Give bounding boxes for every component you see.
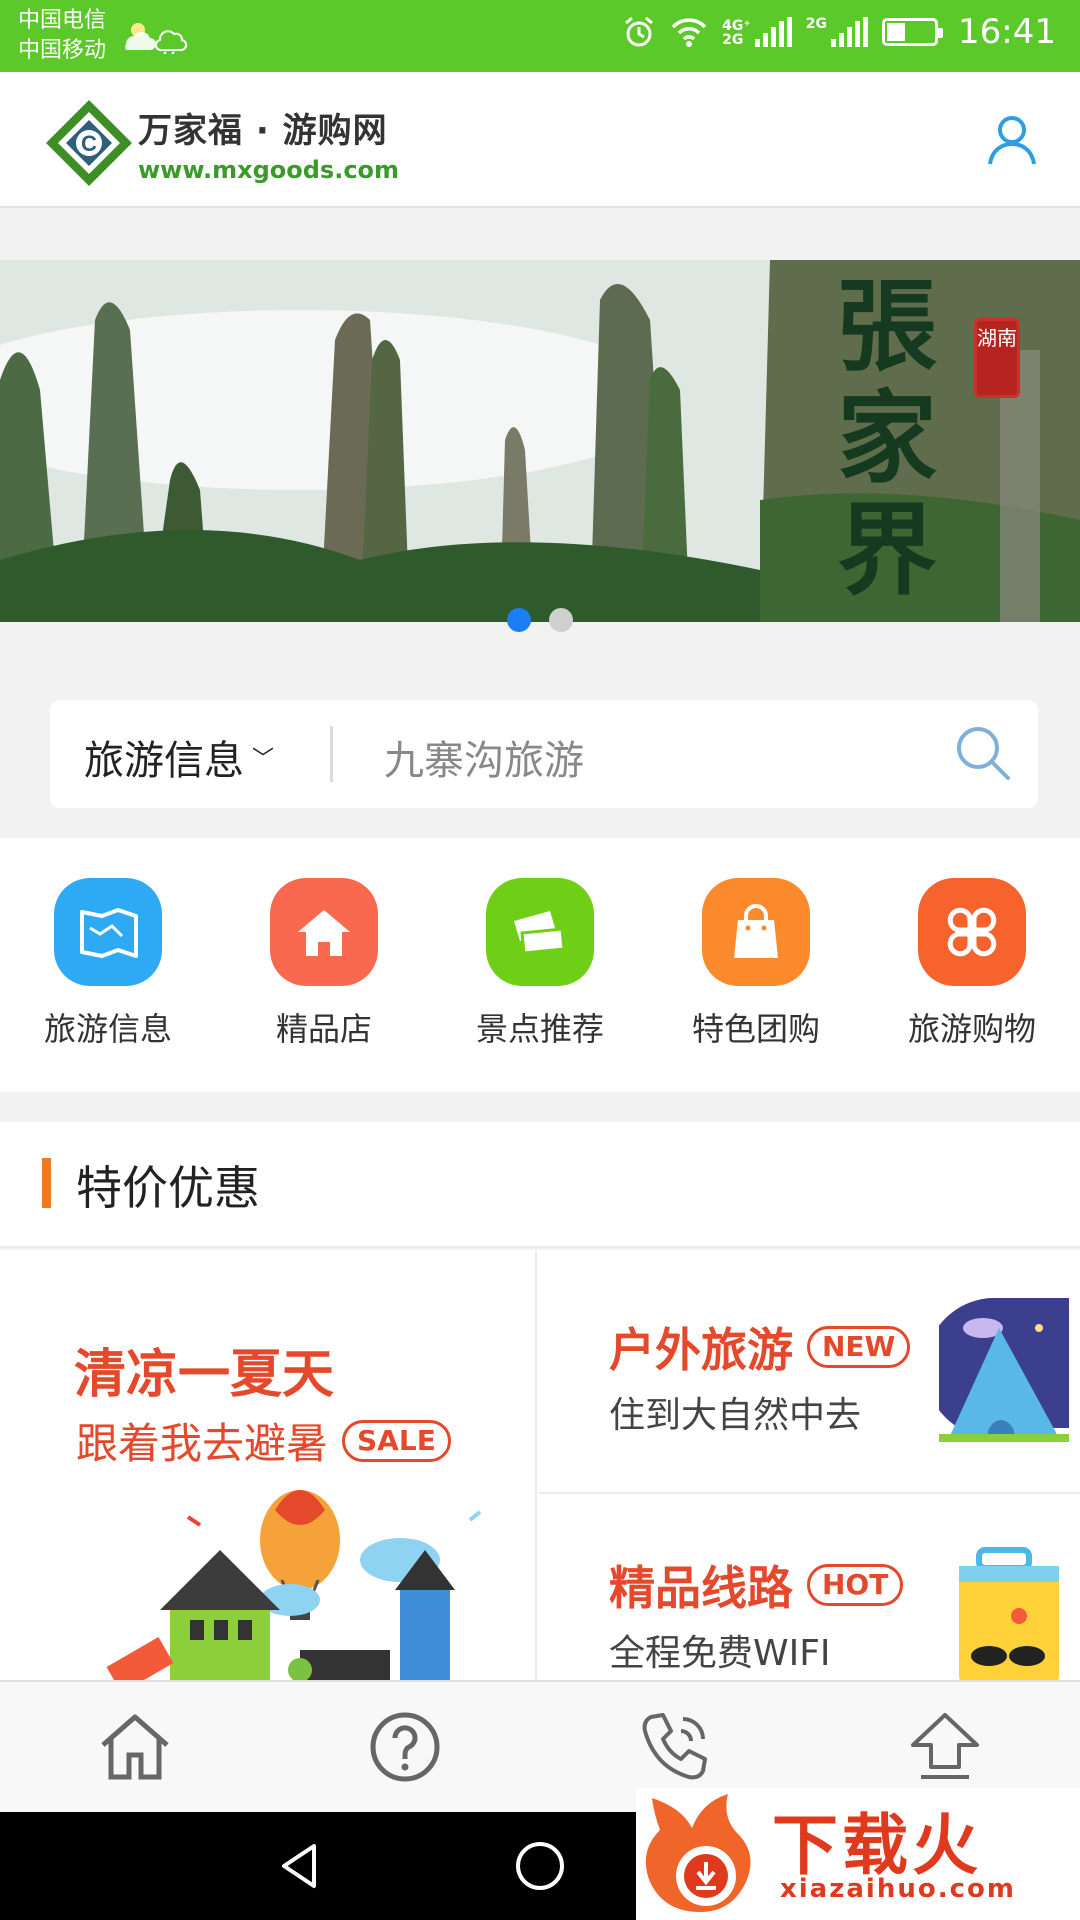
promo-card-outdoor[interactable]: 户外旅游 NEW 住到大自然中去	[539, 1250, 1080, 1494]
promo-title: 清凉一夏天	[74, 1345, 335, 1405]
search-divider	[330, 726, 333, 782]
promo-card-routes[interactable]: 精品线路 HOT 全程免费WIFI	[539, 1496, 1080, 1680]
carousel-dot[interactable]	[549, 608, 573, 632]
nav-label: 旅游信息	[43, 1010, 172, 1048]
wifi-icon	[671, 18, 707, 47]
network-1: 4G⁺ 2G	[722, 17, 792, 47]
search-icon[interactable]	[954, 724, 1012, 782]
section-title: 特价优惠	[76, 1161, 260, 1215]
nav-label: 特色团购	[691, 1010, 820, 1048]
signal-icon-2	[831, 17, 869, 47]
banner-title: 張家界	[837, 267, 937, 609]
promo-title: 精品线路	[609, 1561, 793, 1615]
logo-name: 万家福 · 游购网	[138, 110, 388, 151]
search-category-select[interactable]: 旅游信息 ﹀	[84, 728, 274, 786]
sale-badge: SALE	[342, 1419, 451, 1462]
promo-subtitle: 住到大自然中去	[609, 1395, 862, 1436]
hot-badge: HOT	[807, 1564, 904, 1606]
carousel-dots	[0, 608, 1080, 632]
section-accent-bar	[42, 1158, 51, 1208]
watermark-url: xiazaihuo.com	[780, 1874, 1016, 1904]
back-icon[interactable]	[272, 1838, 328, 1894]
nav-item-boutique[interactable]: 精品店	[216, 838, 432, 1092]
tab-home[interactable]	[0, 1682, 270, 1812]
chevron-down-icon: ﹀	[252, 747, 275, 772]
search-category-label: 旅游信息	[84, 738, 244, 784]
logo-url: www.mxgoods.com	[138, 155, 400, 184]
promo-subtitle: 全程免费WIFI	[609, 1633, 831, 1674]
signal-icon	[754, 17, 792, 47]
new-badge: NEW	[807, 1326, 911, 1368]
nav-item-attractions[interactable]: 景点推荐	[432, 838, 648, 1092]
promo-title: 户外旅游	[609, 1323, 793, 1377]
app-header: C 万家福 · 游购网 www.mxgoods.com	[0, 72, 1080, 208]
status-bar: 中国电信 中国移动 4G⁺ 2G 2G 16:41	[0, 0, 1080, 72]
shopping-bag-icon	[702, 878, 810, 986]
site-logo[interactable]: C 万家福 · 游购网 www.mxgoods.com	[44, 98, 399, 188]
summer-illustration	[106, 1490, 482, 1680]
search-input[interactable]: 九寨沟旅游	[384, 728, 584, 786]
category-nav: 旅游信息 精品店 景点推荐 特色团购 旅游购物	[0, 838, 1080, 1092]
top-icon	[911, 1713, 979, 1779]
carrier-info: 中国电信 中国移动	[18, 6, 106, 66]
clover-icon	[918, 878, 1026, 986]
nav-item-travel-info[interactable]: 旅游信息	[0, 838, 216, 1092]
alarm-icon	[625, 16, 654, 47]
banner-seal: 湖南	[974, 318, 1020, 398]
specials-section-header: 特价优惠	[0, 1122, 1080, 1248]
hero-banner[interactable]: 張家界 湖南	[0, 260, 1080, 622]
nav-label: 旅游购物	[907, 1010, 1036, 1048]
promo-subtitle: 跟着我去避暑	[76, 1419, 329, 1468]
nav-label: 景点推荐	[475, 1010, 604, 1048]
promo-title-row: 户外旅游 NEW	[609, 1314, 911, 1380]
network-2-type: 2G	[805, 16, 828, 32]
luggage-illustration	[959, 1547, 1059, 1680]
network-2: 2G	[805, 16, 869, 47]
status-right: 4G⁺ 2G 2G 16:41	[622, 12, 1056, 52]
weather-icons	[120, 18, 190, 61]
phone-icon	[642, 1713, 707, 1780]
tent-illustration	[939, 1298, 1069, 1442]
nav-label: 精品店	[275, 1010, 372, 1048]
nav-item-group-buy[interactable]: 特色团购	[648, 838, 864, 1092]
tab-help[interactable]	[270, 1682, 540, 1812]
flame-logo-icon	[645, 1794, 751, 1912]
network-1-type: 4G⁺	[722, 18, 751, 34]
user-icon[interactable]	[984, 112, 1040, 168]
promo-card-summer[interactable]: 清凉一夏天 跟着我去避暑 SALE	[0, 1250, 537, 1680]
help-icon	[370, 1712, 440, 1782]
tickets-icon	[486, 878, 594, 986]
cloud-sun-icon	[125, 23, 188, 55]
map-icon	[54, 878, 162, 986]
promo-grid: 清凉一夏天 跟着我去避暑 SALE 户外旅游 NEW 住到大自然中去 精品线路 …	[0, 1250, 1080, 1680]
network-1-type-b: 2G	[722, 32, 744, 48]
battery-icon	[882, 18, 944, 46]
promo-title-row: 精品线路 HOT	[609, 1552, 904, 1618]
home-circle-icon[interactable]	[512, 1838, 568, 1894]
status-time: 16:41	[958, 12, 1056, 52]
promo-subtitle-row: 跟着我去避暑 SALE	[76, 1410, 451, 1471]
search-bar: 旅游信息 ﹀ 九寨沟旅游	[50, 700, 1038, 808]
home-icon	[101, 1714, 169, 1780]
svg-text:C: C	[81, 131, 97, 156]
logo-mark-icon: C	[46, 100, 132, 186]
nav-item-shopping[interactable]: 旅游购物	[864, 838, 1080, 1092]
carrier-2: 中国移动	[18, 38, 107, 63]
watermark: 下载火 xiazaihuo.com	[636, 1788, 1080, 1920]
carousel-dot-active[interactable]	[507, 608, 531, 632]
house-icon	[270, 878, 378, 986]
carrier-1: 中国电信	[18, 8, 107, 33]
